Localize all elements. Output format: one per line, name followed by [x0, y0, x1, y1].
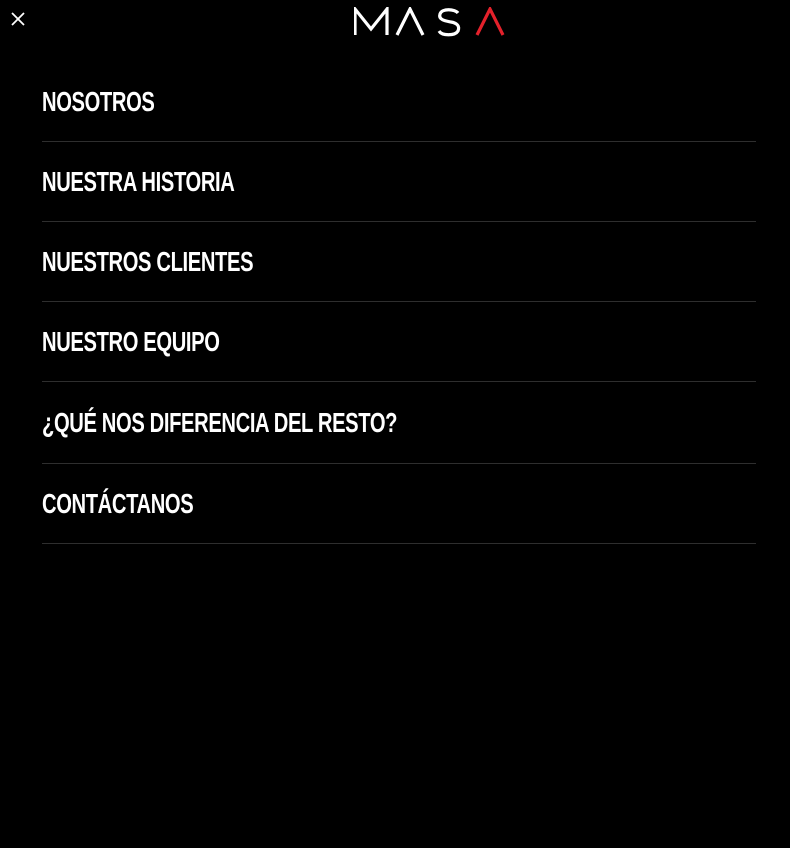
menu-item-nuestra-historia[interactable]: NUESTRA HISTORIA: [42, 142, 756, 222]
menu-item-label: CONTÁCTANOS: [42, 487, 194, 519]
menu-item-label: ¿QUÉ NOS DIFERENCIA DEL RESTO?: [42, 406, 398, 438]
menu-item-contactanos[interactable]: CONTÁCTANOS: [42, 464, 756, 544]
menu-item-label: NUESTRO EQUIPO: [42, 325, 220, 357]
main-menu: NOSOTROS NUESTRA HISTORIA NUESTROS CLIEN…: [42, 62, 756, 544]
menu-item-nuestros-clientes[interactable]: NUESTROS CLIENTES: [42, 222, 756, 302]
menu-item-label: NUESTROS CLIENTES: [42, 245, 254, 277]
close-button[interactable]: [9, 10, 27, 28]
menu-item-label: NOSOTROS: [42, 85, 155, 117]
menu-item-nuestro-equipo[interactable]: NUESTRO EQUIPO: [42, 302, 756, 382]
menu-item-que-nos-diferencia[interactable]: ¿QUÉ NOS DIFERENCIA DEL RESTO?: [42, 382, 756, 464]
menu-item-label: NUESTRA HISTORIA: [42, 165, 235, 197]
close-icon: [11, 12, 25, 26]
masa-logo-icon: [354, 7, 505, 37]
menu-item-nosotros[interactable]: NOSOTROS: [42, 62, 756, 142]
brand-logo[interactable]: [354, 7, 506, 37]
